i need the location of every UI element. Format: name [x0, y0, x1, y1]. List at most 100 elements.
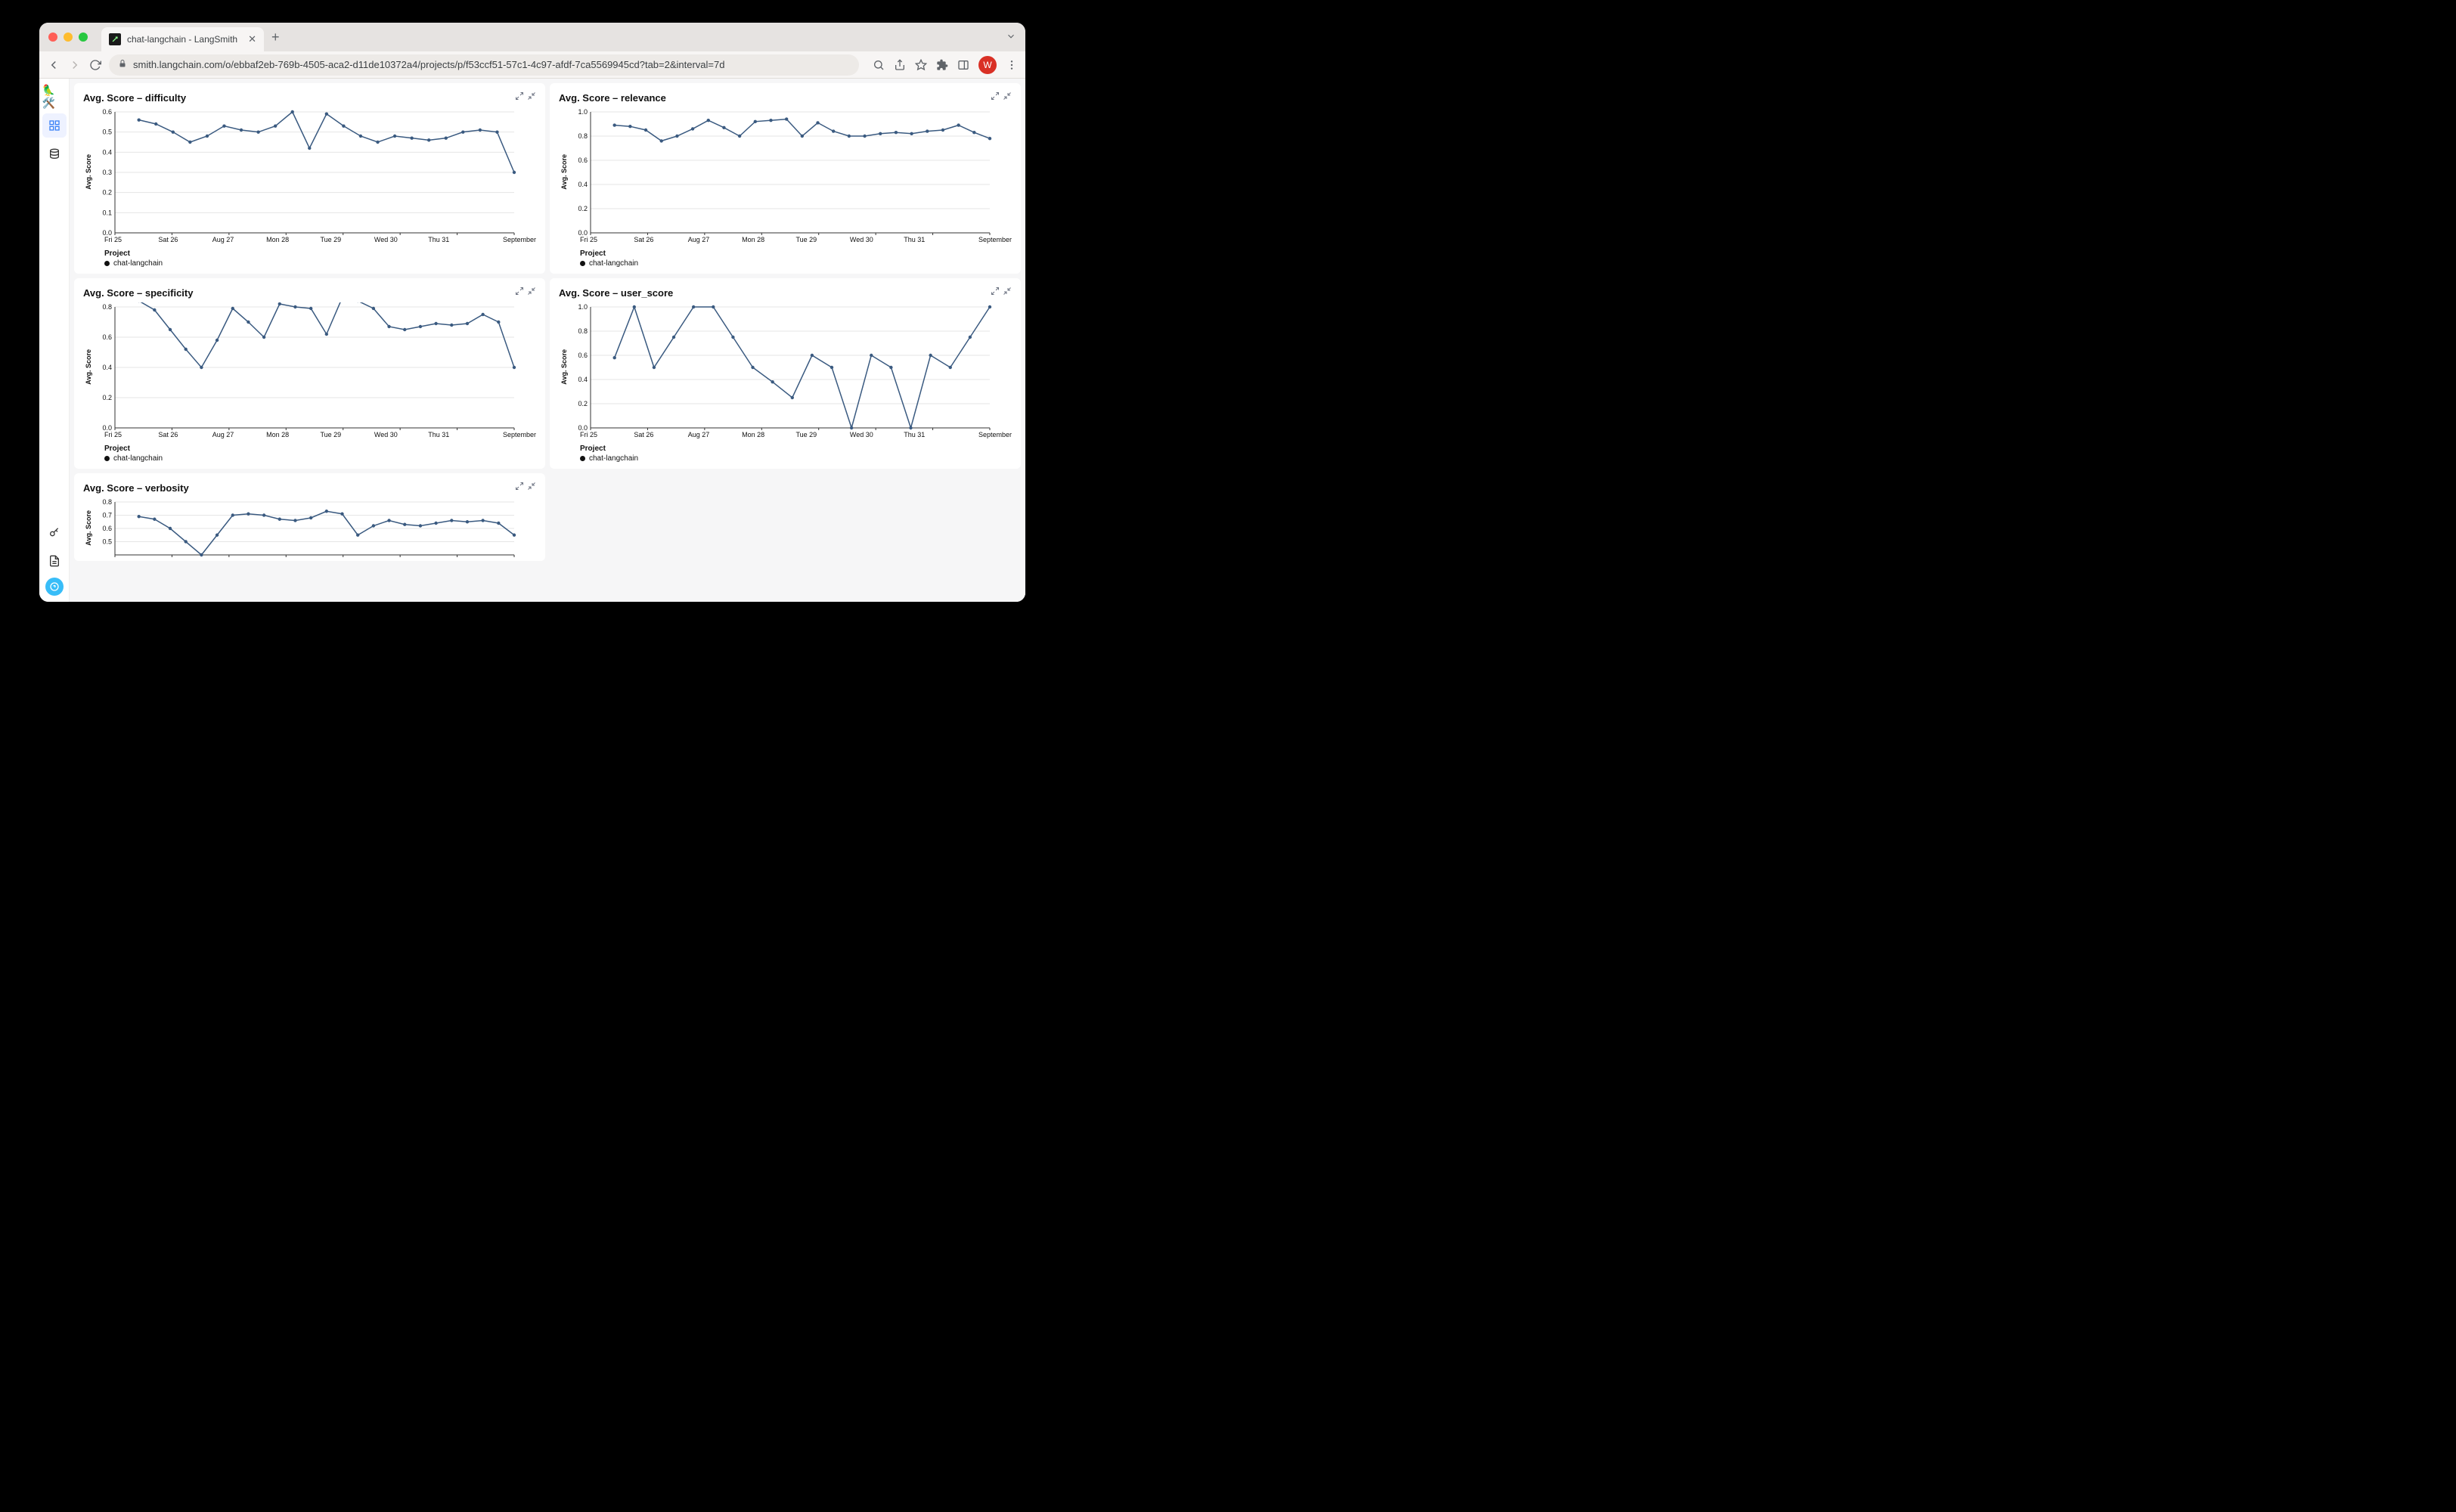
svg-text:0.3: 0.3 — [102, 169, 112, 176]
chart-title: Avg. Score – difficulty — [83, 92, 186, 104]
legend-title: Project — [104, 445, 536, 453]
collapse-icon[interactable] — [527, 91, 536, 104]
x-tick-label: September — [958, 431, 1012, 438]
x-tick-label: Aug 27 — [212, 236, 266, 243]
x-tick-label: September — [958, 236, 1012, 243]
chart-title: Avg. Score – user_score — [559, 287, 673, 299]
app-sidebar: 🦜🛠️ — [39, 79, 70, 602]
legend-label: chat-langchain — [113, 454, 163, 463]
chart-card-verbosity: Avg. Score – verbosityAvg. Score0.50.60.… — [74, 473, 545, 561]
url-input[interactable]: smith.langchain.com/o/ebbaf2eb-769b-4505… — [109, 54, 859, 76]
sidebar-dashboard-icon[interactable] — [42, 113, 67, 138]
sidebar-logo-icon[interactable]: 🦜🛠️ — [42, 85, 67, 109]
x-tick-label: Mon 28 — [266, 431, 320, 438]
side-panel-icon[interactable] — [957, 59, 969, 71]
new-tab-button[interactable]: + — [271, 29, 280, 45]
chart-legend: Projectchat-langchain — [559, 249, 1012, 268]
chart-plot: 0.50.60.70.8 — [94, 497, 536, 558]
legend-swatch — [104, 456, 110, 461]
sidebar-document-icon[interactable] — [42, 549, 67, 573]
x-tick-label: Aug 27 — [688, 431, 742, 438]
tabs-dropdown-icon[interactable] — [1006, 31, 1016, 44]
legend-label: chat-langchain — [113, 259, 163, 268]
x-tick-label: Tue 29 — [796, 431, 850, 438]
address-bar: smith.langchain.com/o/ebbaf2eb-769b-4505… — [39, 51, 1025, 79]
close-tab-icon[interactable]: ✕ — [248, 33, 256, 45]
x-tick-label: September — [482, 431, 536, 438]
legend-item: chat-langchain — [104, 454, 536, 463]
help-button[interactable] — [45, 578, 64, 596]
svg-text:0.1: 0.1 — [102, 209, 112, 216]
x-tick-label: Fri 25 — [580, 236, 634, 243]
x-tick-label: Wed 30 — [374, 236, 428, 243]
expand-icon[interactable] — [515, 286, 524, 299]
browser-window: chat-langchain - LangSmith ✕ + smith.lan… — [39, 23, 1025, 602]
y-axis-label: Avg. Score — [83, 510, 94, 546]
svg-text:0.2: 0.2 — [102, 189, 112, 197]
x-tick-label: Tue 29 — [321, 236, 374, 243]
svg-text:0.6: 0.6 — [578, 352, 588, 359]
browser-tab[interactable]: chat-langchain - LangSmith ✕ — [101, 27, 264, 51]
x-tick-label: Mon 28 — [742, 431, 795, 438]
dashboard-main: Avg. Score – difficulty Avg. Score 0.0 0.1 0… — [70, 79, 1025, 602]
legend-label: chat-langchain — [589, 454, 638, 463]
collapse-icon[interactable] — [527, 481, 536, 494]
svg-text:0.8: 0.8 — [578, 327, 588, 335]
legend-item: chat-langchain — [104, 259, 536, 268]
x-tick-label: Tue 29 — [796, 236, 850, 243]
x-tick-label: Aug 27 — [688, 236, 742, 243]
y-axis-label: Avg. Score — [559, 154, 569, 190]
x-tick-label: Thu 31 — [428, 236, 482, 243]
toolbar-right: W — [873, 56, 1018, 74]
svg-text:0.0: 0.0 — [578, 424, 588, 431]
sidebar-key-icon[interactable] — [42, 520, 67, 544]
close-window-button[interactable] — [48, 33, 57, 42]
sidebar-database-icon[interactable] — [42, 142, 67, 166]
page-content: 🦜🛠️ Avg. Score – difficulty Avg. Score 0.0… — [39, 79, 1025, 602]
svg-text:0.5: 0.5 — [102, 538, 112, 546]
legend-title: Project — [580, 249, 1012, 258]
minimize-window-button[interactable] — [64, 33, 73, 42]
svg-text:1.0: 1.0 — [578, 108, 588, 116]
x-tick-label: Mon 28 — [742, 236, 795, 243]
profile-avatar[interactable]: W — [978, 56, 997, 74]
maximize-window-button[interactable] — [79, 33, 88, 42]
y-axis-label: Avg. Score — [83, 154, 94, 190]
expand-icon[interactable] — [991, 91, 1000, 104]
share-icon[interactable] — [894, 59, 906, 71]
expand-icon[interactable] — [515, 91, 524, 104]
chart-plot: 0.00.20.40.60.81.0 — [569, 302, 1012, 431]
svg-text:0.2: 0.2 — [578, 205, 588, 212]
bookmark-star-icon[interactable] — [915, 59, 927, 71]
expand-icon[interactable] — [991, 286, 1000, 299]
x-tick-label: Thu 31 — [904, 431, 957, 438]
back-button[interactable] — [47, 58, 60, 72]
x-tick-label: Fri 25 — [104, 236, 158, 243]
svg-text:0.4: 0.4 — [102, 148, 112, 156]
expand-icon[interactable] — [515, 481, 524, 494]
favicon — [109, 33, 121, 45]
legend-title: Project — [104, 249, 536, 258]
svg-text:0.0: 0.0 — [102, 424, 112, 431]
lock-icon — [118, 59, 127, 70]
legend-item: chat-langchain — [580, 259, 1012, 268]
forward-button[interactable] — [68, 58, 82, 72]
collapse-icon[interactable] — [1003, 286, 1012, 299]
reload-button[interactable] — [89, 59, 101, 71]
collapse-icon[interactable] — [527, 286, 536, 299]
x-axis-labels: Fri 25Sat 26Aug 27Mon 28Tue 29Wed 30Thu … — [83, 431, 536, 438]
search-icon[interactable] — [873, 59, 885, 71]
x-tick-label: Sat 26 — [634, 431, 687, 438]
svg-text:0.4: 0.4 — [102, 364, 112, 371]
chart-title: Avg. Score – relevance — [559, 92, 666, 104]
legend-label: chat-langchain — [589, 259, 638, 268]
chart-card-specificity: Avg. Score – specificityAvg. Score0.00.2… — [74, 278, 545, 469]
chart-plot: 0.00.20.40.60.8 — [94, 302, 536, 431]
collapse-icon[interactable] — [1003, 91, 1012, 104]
x-axis-labels: Fri 25Sat 26Aug 27Mon 28Tue 29Wed 30Thu … — [559, 236, 1012, 243]
svg-text:0.0: 0.0 — [578, 229, 588, 236]
menu-dots-icon[interactable] — [1006, 59, 1018, 71]
chart-card-relevance: Avg. Score – relevance Avg. Score 0.0 0.2 0.… — [550, 83, 1021, 274]
svg-text:0.8: 0.8 — [578, 132, 588, 140]
extensions-icon[interactable] — [936, 59, 948, 71]
